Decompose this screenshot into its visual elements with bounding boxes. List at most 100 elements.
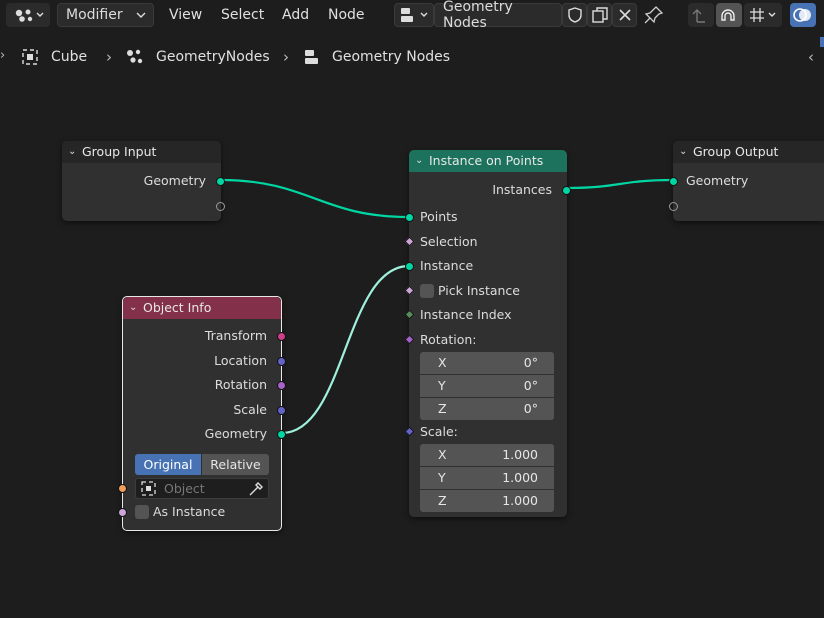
snap-element-dropdown[interactable] (744, 3, 782, 27)
rotation-z-value: 0° (523, 401, 538, 416)
rotation-x-value: 0° (523, 355, 538, 370)
menu-view[interactable]: View (169, 3, 202, 27)
duplicate-button[interactable] (587, 3, 612, 27)
mode-dropdown[interactable]: Modifier (57, 3, 154, 27)
as-instance-checkbox[interactable] (135, 505, 149, 519)
group-output-node[interactable]: ⌄ Group Output Geometry (669, 141, 824, 221)
as-instance-label: As Instance (153, 504, 226, 519)
node-title: Group Output (693, 144, 779, 159)
scale-x-field[interactable]: X 1.000 (420, 444, 554, 466)
node-tree-icon (305, 50, 318, 64)
pick-instance-checkbox[interactable] (420, 284, 434, 298)
socket-empty-input[interactable] (669, 202, 678, 211)
grid-icon (750, 8, 776, 22)
node-title: Object Info (143, 300, 212, 315)
axis-x-label: X (438, 355, 447, 370)
collapse-icon[interactable]: ⌄ (415, 150, 429, 172)
link-group-input-to-points (219, 178, 410, 219)
axis-y-label: Y (438, 378, 446, 393)
rotation-z-field[interactable]: Z 0° (420, 398, 554, 420)
parent-node-tree-button[interactable] (688, 3, 714, 27)
node-header[interactable]: ⌄ Instance on Points (409, 150, 567, 172)
node-tree-name-field[interactable]: Geometry Nodes (434, 0, 562, 31)
rotation-y-value: 0° (523, 378, 538, 393)
arrow-up-icon (692, 9, 705, 23)
node-canvas[interactable]: ⌄ Group Input Geometry ⌄ Group Output Ge… (0, 78, 824, 618)
socket-geometry-output[interactable] (277, 430, 286, 439)
socket-transform-output[interactable] (277, 332, 286, 341)
link-object-geometry-to-instance (281, 264, 410, 435)
input-instance-label: Instance (420, 258, 474, 273)
scale-y-field[interactable]: Y 1.000 (420, 467, 554, 489)
node-header[interactable]: ⌄ Group Input (62, 141, 221, 163)
rotation-y-field[interactable]: Y 0° (420, 375, 554, 397)
rotation-x-field[interactable]: X 0° (420, 352, 554, 374)
rotation-label: Rotation: (420, 332, 477, 347)
input-selection-label: Selection (420, 234, 478, 249)
socket-instances-output[interactable] (562, 186, 571, 195)
node-title: Instance on Points (429, 153, 544, 168)
object-field[interactable]: Object (135, 478, 269, 499)
socket-location-output[interactable] (277, 357, 286, 366)
relative-option[interactable]: Relative (202, 454, 269, 475)
output-transform-label: Transform (204, 328, 267, 343)
magnet-icon (721, 9, 735, 21)
overlays-icon (793, 8, 811, 22)
collapse-icon[interactable]: ⌄ (68, 141, 82, 163)
menu-add[interactable]: Add (282, 3, 309, 27)
breadcrumb-modifier: GeometryNodes (124, 48, 270, 66)
socket-empty-output[interactable] (216, 202, 225, 211)
output-geometry-label: Geometry (143, 173, 206, 188)
duplicate-icon (592, 7, 608, 23)
scale-z-field[interactable]: Z 1.000 (420, 490, 554, 512)
scale-z-value: 1.000 (502, 493, 538, 508)
chevron-right-icon: › (283, 48, 289, 66)
socket-geometry-output[interactable] (216, 177, 225, 186)
input-points-label: Points (420, 209, 458, 224)
original-option[interactable]: Original (135, 454, 201, 475)
instance-on-points-node[interactable]: ⌄ Instance on Points Instances Points Se… (404, 150, 571, 517)
node-tree-browse-button[interactable] (394, 3, 434, 27)
chevron-left-icon: ‹ (808, 48, 814, 66)
link-instances-to-group-output (566, 178, 674, 190)
socket-as-instance-input[interactable] (118, 508, 127, 517)
unlink-button[interactable] (612, 3, 637, 27)
shield-icon (568, 7, 582, 23)
axis-z-label: Z (438, 401, 447, 416)
menu-node[interactable]: Node (328, 3, 365, 27)
output-scale-label: Scale (233, 402, 267, 417)
pin-button[interactable] (642, 3, 668, 27)
snap-toggle[interactable] (716, 3, 742, 27)
collapse-icon[interactable]: ⌄ (129, 297, 143, 319)
object-placeholder: Object (164, 481, 205, 496)
input-geometry-label: Geometry (686, 173, 749, 188)
socket-rotation-output[interactable] (277, 381, 286, 390)
node-tree-name: Geometry Nodes (443, 0, 513, 31)
eyedropper-icon[interactable] (247, 480, 265, 498)
socket-geometry-input[interactable] (669, 177, 678, 186)
node-header[interactable]: ⌄ Object Info (123, 297, 281, 319)
close-icon (619, 9, 631, 21)
socket-instance-input[interactable] (405, 262, 414, 271)
input-pick-instance-label: Pick Instance (438, 283, 520, 298)
editor-type-button[interactable] (6, 3, 50, 27)
collapse-icon[interactable]: ⌄ (679, 141, 693, 163)
mode-label: Modifier (66, 7, 123, 23)
object-info-node[interactable]: ⌄ Object Info Transform Location Rotatio… (118, 296, 286, 531)
axis-y-label: Y (438, 470, 446, 485)
output-location-label: Location (214, 353, 267, 368)
overlays-toggle[interactable] (790, 3, 816, 27)
node-editor-header: Modifier View Select Add Node Geometry N… (0, 0, 824, 31)
socket-scale-output[interactable] (277, 406, 286, 415)
breadcrumb: › Cube › GeometryNodes › Geometry Nodes … (0, 40, 824, 74)
fake-user-button[interactable] (562, 3, 587, 27)
object-icon (22, 49, 38, 65)
chevron-down-icon (136, 12, 146, 18)
node-tree-icon (401, 8, 428, 22)
object-icon (141, 481, 156, 496)
socket-object-input[interactable] (118, 484, 127, 493)
menu-select[interactable]: Select (221, 3, 264, 27)
socket-points-input[interactable] (405, 213, 414, 222)
node-header[interactable]: ⌄ Group Output (673, 141, 824, 163)
group-input-node[interactable]: ⌄ Group Input Geometry (62, 141, 225, 221)
